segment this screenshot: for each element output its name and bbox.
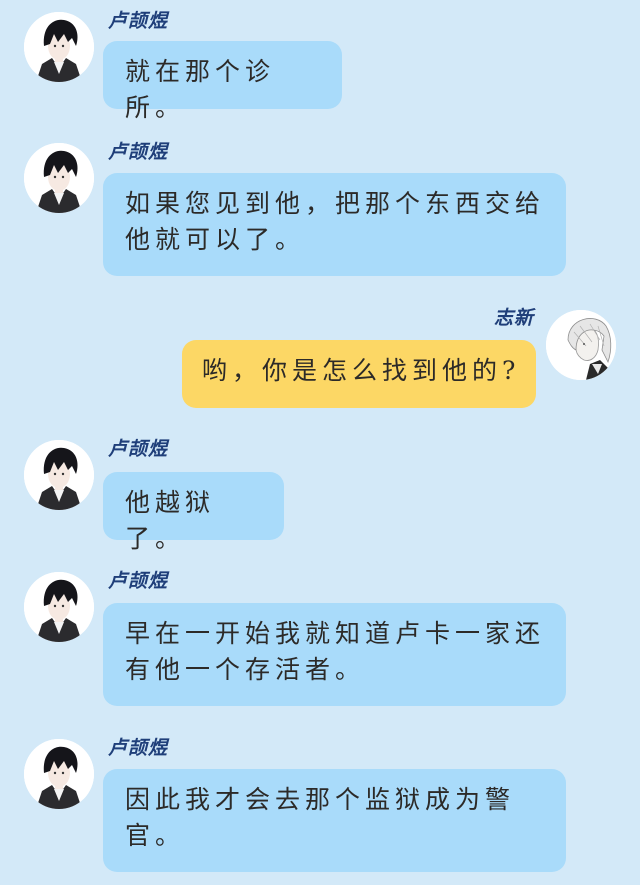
- sender-name: 卢颉煜: [108, 438, 169, 460]
- sender-name: 卢颉煜: [108, 10, 169, 32]
- dark-haired-man-avatar-icon[interactable]: [24, 143, 94, 213]
- dark-haired-man-avatar-icon[interactable]: [24, 739, 94, 809]
- message-bubble[interactable]: 他越狱了。: [103, 472, 284, 553]
- white-haired-man-avatar-icon[interactable]: [546, 310, 616, 380]
- sender-name: 卢颉煜: [108, 737, 169, 759]
- dark-haired-man-avatar-icon[interactable]: [24, 440, 94, 510]
- dark-haired-man-avatar-icon[interactable]: [24, 12, 94, 82]
- chat-area: 卢颉煜 就在那个诊所。 卢颉煜 如果您见到他，把那个东西交给他就可以了。 志新 …: [0, 0, 640, 885]
- message-bubble[interactable]: 哟，你是怎么找到他的?: [182, 340, 536, 408]
- message-bubble[interactable]: 如果您见到他，把那个东西交给他就可以了。: [103, 173, 566, 276]
- message-bubble[interactable]: 因此我才会去那个监狱成为警官。: [103, 769, 566, 872]
- sender-name: 卢颉煜: [108, 570, 169, 592]
- message-bubble[interactable]: 就在那个诊所。: [103, 41, 342, 122]
- sender-name: 卢颉煜: [108, 141, 169, 163]
- sender-name: 志新: [494, 307, 535, 329]
- dark-haired-man-avatar-icon[interactable]: [24, 572, 94, 642]
- message-bubble[interactable]: 早在一开始我就知道卢卡一家还有他一个存活者。: [103, 603, 566, 706]
